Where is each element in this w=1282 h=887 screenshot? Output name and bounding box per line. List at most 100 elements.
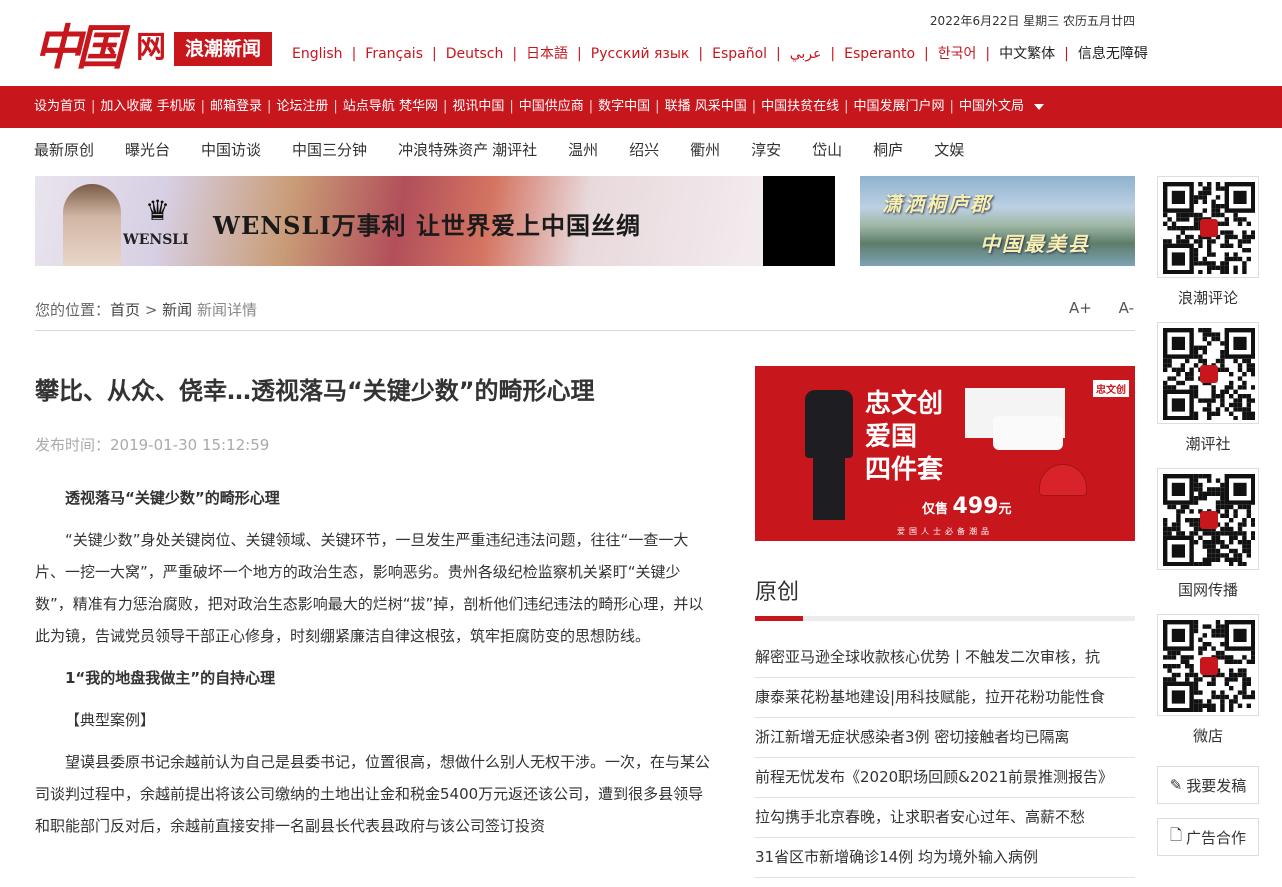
red-nav-item[interactable]: 视讯中国: [452, 99, 504, 114]
channel-nav-item[interactable]: 冲浪特殊资产: [398, 141, 488, 159]
wensli-mark-icon: ♛: [145, 194, 171, 227]
article-paragraph: 透视落马“关键少数”的畸形心理: [65, 489, 280, 507]
edit-icon: ✎: [1169, 776, 1183, 794]
breadcrumb-news[interactable]: 新闻: [162, 301, 192, 319]
red-nav-separator: |: [200, 99, 205, 114]
channel-nav-item[interactable]: 中国三分钟: [292, 141, 367, 159]
language-separator: |: [698, 46, 704, 62]
font-size-controls: A+ A-: [1047, 299, 1134, 317]
language-link[interactable]: عربي: [790, 46, 822, 62]
breadcrumb: 您的位置：首页 > 新闻 新闻详情: [35, 299, 257, 320]
red-nav-item[interactable]: 中国外文局: [959, 99, 1024, 114]
red-nav-item[interactable]: 论坛注册: [276, 99, 328, 114]
tonglu-banner[interactable]: 潇洒桐庐郡 中国最美县: [860, 176, 1135, 266]
breadcrumb-home[interactable]: 首页: [110, 301, 140, 319]
language-separator: |: [512, 46, 518, 62]
red-nav-separator: |: [949, 99, 954, 114]
language-link[interactable]: 信息无障碍: [1078, 46, 1148, 62]
language-separator: |: [985, 46, 991, 62]
red-nav-item[interactable]: 梵华网: [399, 99, 438, 114]
banner-black-block: [763, 176, 835, 266]
channel-nav-item[interactable]: 曝光台: [125, 141, 170, 159]
channel-nav-item[interactable]: 桐庐: [873, 141, 903, 159]
language-link[interactable]: Français: [365, 46, 423, 62]
channel-nav-item[interactable]: 最新原创: [34, 141, 94, 159]
red-nav-item[interactable]: 中国扶贫在线: [761, 99, 839, 114]
divider: [35, 330, 1135, 331]
red-nav-separator: |: [751, 99, 757, 114]
language-link[interactable]: Deutsch: [446, 46, 504, 62]
language-link[interactable]: 中文繁体: [999, 46, 1055, 62]
ad-title: 忠文创 爱国 四件套: [865, 388, 943, 487]
language-link[interactable]: English: [292, 46, 343, 62]
breadcrumb-prefix: 您的位置：: [35, 301, 111, 319]
article-paragraph: 1“我的地盘我做主”的自持心理: [65, 669, 276, 687]
document-icon: 🗋: [1169, 825, 1183, 844]
channel-nav-item[interactable]: 衢州: [690, 141, 720, 159]
news-list-item[interactable]: 前程无忧发布《2020职场回顾&2021前景推测报告》: [755, 758, 1135, 798]
channel-nav-item[interactable]: 绍兴: [629, 141, 659, 159]
font-increase-button[interactable]: A+: [1069, 299, 1092, 317]
red-nav-item[interactable]: 加入收藏: [100, 99, 152, 114]
red-nav-separator: |: [266, 99, 272, 114]
channel-nav-item[interactable]: 淳安: [751, 141, 781, 159]
red-nav-separator: |: [588, 99, 594, 114]
ad-cooperation-label: 广告合作: [1186, 828, 1247, 847]
news-list-item[interactable]: 康泰莱花粉基地建设|用科技赋能，拉开花粉功能性食: [755, 678, 1135, 718]
red-nav-item[interactable]: 邮箱登录: [210, 99, 262, 114]
channel-nav-item[interactable]: 潮评社: [492, 141, 537, 159]
language-link[interactable]: Esperanto: [844, 46, 915, 62]
chevron-down-icon[interactable]: [1033, 103, 1044, 110]
news-list-item[interactable]: 解密亚马逊全球收款核心优势丨不触发二次审核，抗: [755, 638, 1135, 678]
qr-code-icon: [1157, 468, 1259, 570]
channel-nav-item[interactable]: 温州: [568, 141, 598, 159]
site-logo[interactable]: 中国 网 浪潮新闻: [34, 6, 272, 76]
news-list-item[interactable]: 31省区市新增确诊14例 均为境外输入病例: [755, 838, 1135, 878]
red-nav-item[interactable]: 中国发展门户网: [854, 99, 945, 114]
submit-article-button[interactable]: ✎ 我要发稿: [1157, 766, 1259, 804]
article-paragraph: 【典型案例】: [65, 711, 156, 729]
wensli-slogan: WENSLI万事利 让世界爱上中国丝绸: [213, 211, 641, 240]
channel-nav-item[interactable]: 中国访谈: [201, 141, 261, 159]
article-body: 透视落马“关键少数”的畸形心理 “关键少数”身处关键岗位、关键领域、关键环节，一旦…: [35, 482, 710, 852]
submit-article-label: 我要发稿: [1186, 776, 1247, 795]
ad-price-prefix: 仅售: [922, 502, 949, 517]
language-link[interactable]: Español: [712, 46, 767, 62]
red-nav-item[interactable]: 手机版: [157, 99, 196, 114]
red-nav-item[interactable]: 设为首页: [34, 99, 86, 114]
breadcrumb-arrow: >: [144, 301, 158, 319]
original-news-list: 解密亚马逊全球收款核心优势丨不触发二次审核，抗 康泰莱花粉基地建设|用科技赋能，拉…: [755, 638, 1135, 878]
red-nav-item[interactable]: 风采中国: [695, 99, 747, 114]
channel-nav-item[interactable]: 岱山: [812, 141, 842, 159]
tonglu-line1: 潇洒桐庐郡: [882, 192, 992, 216]
site-header: 中国 网 浪潮新闻 2022年6月22日 星期三 农历五月廿四 English |…: [0, 0, 1282, 86]
wensli-banner[interactable]: ♛ WENSLI WENSLI万事利 让世界爱上中国丝绸: [35, 176, 835, 266]
jacket-image: [805, 390, 853, 458]
red-nav-separator: |: [844, 99, 849, 114]
zhongwenchuang-ad[interactable]: 忠文创 爱国 四件套 忠文创 仅售 499元 爱国人士必备潮品: [755, 366, 1135, 541]
original-heading-underline: [755, 616, 1135, 621]
ad-price-unit: 元: [998, 502, 1012, 517]
language-link[interactable]: Русский язык: [591, 46, 690, 62]
language-link[interactable]: 한국어: [938, 46, 977, 62]
ad-cooperation-button[interactable]: 🗋 广告合作: [1157, 818, 1259, 856]
red-nav-item[interactable]: 中国供应商: [519, 99, 584, 114]
channel-nav-item[interactable]: 文娱: [934, 141, 964, 159]
qr-label[interactable]: 潮评社: [1157, 424, 1259, 468]
news-list-item[interactable]: 浙江新增无症状感染者3例 密切接触者均已隔离: [755, 718, 1135, 758]
news-list-item[interactable]: 拉勾携手北京春晚，让求职者安心过年、高薪不愁: [755, 798, 1135, 838]
red-nav-item[interactable]: 数字中国: [598, 99, 650, 114]
article-title: 攀比、从众、侥幸…透视落马“关键少数”的畸形心理: [35, 377, 595, 405]
qr-label[interactable]: 国网传播: [1157, 570, 1259, 614]
red-nav-item[interactable]: 站点导航: [343, 99, 395, 114]
red-nav-separator: |: [91, 99, 96, 114]
wensli-banner-image: ♛ WENSLI WENSLI万事利 让世界爱上中国丝绸: [35, 176, 763, 266]
red-nav-item[interactable]: 联播: [665, 99, 691, 114]
language-link[interactable]: 日本語: [526, 46, 568, 62]
qr-label[interactable]: 浪潮评论: [1157, 278, 1259, 322]
qr-label[interactable]: 微店: [1157, 716, 1259, 760]
font-decrease-button[interactable]: A-: [1119, 299, 1134, 317]
wensli-brand: WENSLI: [123, 232, 189, 248]
red-nav-separator: |: [509, 99, 514, 114]
ad-price-value: 499: [952, 494, 999, 519]
